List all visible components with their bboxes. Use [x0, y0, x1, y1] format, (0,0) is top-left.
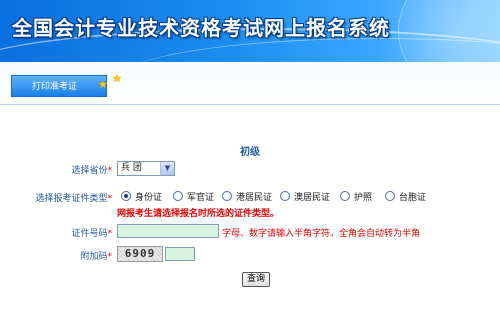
- chevron-down-icon[interactable]: ▼: [160, 162, 174, 175]
- radio-dot[interactable]: [121, 191, 131, 201]
- radio-macau-resident[interactable]: 澳居民证: [280, 190, 330, 203]
- radio-label: 身份证: [135, 193, 163, 203]
- radio-dot[interactable]: [340, 191, 350, 201]
- radio-label: 澳居民证: [294, 193, 331, 203]
- star-icon: ★: [112, 72, 122, 85]
- radio-label: 台胞证: [399, 193, 427, 203]
- province-select-value: 兵 团: [121, 163, 142, 173]
- province-label-text: 选择省份: [71, 166, 108, 176]
- cert-type-warning: 网报考生请选择报名时所选的证件类型。: [117, 209, 280, 219]
- radio-label: 港居民证: [236, 193, 273, 203]
- cert-number-input[interactable]: [117, 224, 219, 238]
- code-input[interactable]: [165, 247, 195, 261]
- cert-number-label: 证件号码*: [2, 226, 112, 239]
- level-heading: 初级: [240, 147, 260, 158]
- captcha-image[interactable]: 6909: [117, 246, 163, 262]
- radio-dot[interactable]: [222, 191, 232, 201]
- province-select[interactable]: 兵 团 ▼: [117, 161, 175, 176]
- province-label: 选择省份*: [2, 163, 112, 176]
- cert-number-label-text: 证件号码: [71, 229, 108, 239]
- radio-dot[interactable]: [280, 191, 290, 201]
- header-banner: 全国会计专业技术资格考试网上报名系统: [0, 0, 500, 62]
- required-mark: *: [107, 252, 113, 262]
- radio-id-card[interactable]: 身份证: [121, 190, 162, 203]
- radio-label: 军官证: [187, 193, 215, 203]
- banner-title: 全国会计专业技术资格考试网上报名系统: [12, 16, 390, 40]
- cert-number-hint: 字母、数字请输入半角字符，全角会自动转为半角: [222, 229, 421, 239]
- cert-type-label: 选择报考证件类型*: [2, 191, 112, 204]
- radio-label: 护照: [354, 193, 373, 203]
- required-mark: *: [107, 194, 113, 204]
- tab-print-admission-ticket[interactable]: 打印准考证: [11, 75, 107, 97]
- radio-officer-card[interactable]: 军官证: [173, 190, 214, 203]
- required-mark: *: [107, 229, 113, 239]
- required-mark: *: [107, 166, 113, 176]
- radio-taiwan-permit[interactable]: 台胞证: [385, 190, 426, 203]
- code-label: 附加码*: [2, 249, 112, 262]
- star-icon: ★: [98, 78, 108, 91]
- cert-type-label-text: 选择报考证件类型: [35, 194, 108, 204]
- radio-hk-resident[interactable]: 港居民证: [222, 190, 272, 203]
- radio-passport[interactable]: 护照: [340, 190, 372, 203]
- query-button[interactable]: 查询: [242, 272, 270, 287]
- tab-bar: 打印准考证 ★ ★: [0, 62, 500, 105]
- code-label-text: 附加码: [80, 252, 108, 262]
- radio-dot[interactable]: [173, 191, 183, 201]
- radio-dot[interactable]: [385, 191, 395, 201]
